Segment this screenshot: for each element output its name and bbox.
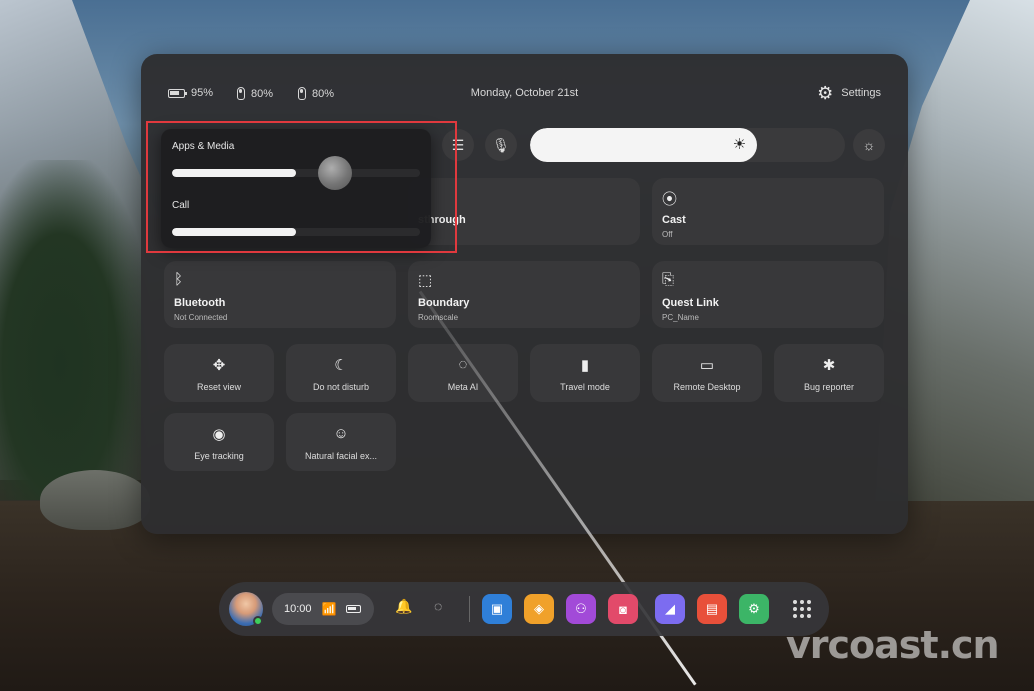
tv-app-icon[interactable]: ▤ [697, 594, 727, 624]
tile-reset-view[interactable]: ✥ Reset view [164, 344, 274, 402]
tile-bluetooth[interactable]: ᛒ Bluetooth Not Connected [164, 261, 396, 328]
tile-do-not-disturb[interactable]: ☾ Do not disturb [286, 344, 396, 402]
bug-icon: ✱ [822, 357, 836, 374]
tile-subtitle: PC_Name [662, 313, 699, 322]
settings-button[interactable]: ⚙ Settings [817, 84, 881, 102]
bell-icon[interactable]: 🔔 [395, 598, 412, 615]
tile-boundary[interactable]: ⬚ Boundary Roomscale [408, 261, 640, 328]
explore-app-icon[interactable]: ◢ [655, 594, 685, 624]
tile-label: Eye tracking [194, 451, 244, 461]
tile-label: Travel mode [560, 382, 610, 392]
tile-natural-facial-expressions[interactable]: ☺ Natural facial ex... [286, 413, 396, 471]
tile-label: Do not disturb [312, 382, 370, 392]
quick-settings-pill[interactable]: 10:00 📶 [272, 593, 374, 625]
online-status-dot [253, 616, 263, 626]
meta-ai-icon: ◌ [458, 356, 468, 373]
mute-mic-button[interactable]: 🎙 [485, 129, 517, 161]
tile-cast[interactable]: ⦿ Cast Off [652, 178, 884, 245]
tile-label: Meta AI [447, 382, 479, 392]
brightness-icon: ☼ [862, 137, 876, 153]
boundary-icon: ⬚ [418, 272, 433, 289]
moon-icon: ☾ [334, 357, 348, 374]
mic-off-icon: 🎙 [492, 136, 510, 153]
bluetooth-icon: ᛒ [174, 271, 184, 288]
quest-link-icon: ⎘ [662, 271, 675, 288]
brightness-auto-button[interactable]: ☼ [853, 129, 885, 161]
watermark: vrcoast.cn [786, 623, 1000, 667]
brightness-fill [530, 128, 757, 162]
tile-remote-desktop[interactable]: ▭ Remote Desktop [652, 344, 762, 402]
tile-title: Quest Link [662, 297, 719, 309]
dock-divider [469, 596, 470, 622]
tile-label: Natural facial ex... [304, 451, 378, 461]
store-app-icon[interactable]: ▣ [482, 594, 512, 624]
shop-app-icon[interactable]: ◈ [524, 594, 554, 624]
tile-eye-tracking[interactable]: ◉ Eye tracking [164, 413, 274, 471]
highlight-annotation-box [146, 121, 457, 253]
battery-icon [346, 605, 362, 613]
background-trees [0, 160, 150, 500]
tile-label: Bug reporter [803, 382, 855, 392]
date-label: Monday, October 21st [470, 87, 579, 99]
camera-app-icon[interactable]: ◙ [608, 594, 638, 624]
luggage-icon: ▮ [580, 357, 590, 374]
move-icon: ✥ [212, 357, 226, 374]
dock-time: 10:00 [284, 603, 312, 615]
background-rock [40, 470, 150, 530]
tile-subtitle: Off [662, 230, 673, 239]
tile-travel-mode[interactable]: ▮ Travel mode [530, 344, 640, 402]
sun-icon: ☀ [732, 136, 747, 153]
guardian-icon[interactable]: ◌ [434, 598, 442, 614]
app-library-icon[interactable] [793, 600, 811, 618]
cast-icon: ⦿ [662, 191, 678, 208]
people-app-icon[interactable]: ⚇ [566, 594, 596, 624]
tile-subtitle: Not Connected [174, 313, 228, 322]
tile-bug-reporter[interactable]: ✱ Bug reporter [774, 344, 884, 402]
tile-title: Cast [662, 214, 686, 226]
tile-quest-link[interactable]: ⎘ Quest Link PC_Name [652, 261, 884, 328]
tile-title: Bluetooth [174, 297, 226, 309]
tile-label: Reset view [196, 382, 241, 392]
gear-icon: ⚙ [817, 83, 834, 103]
tile-label: Remote Desktop [673, 382, 741, 392]
settings-app-icon[interactable]: ⚙ [739, 594, 769, 624]
universal-menu-dock: 10:00 📶 🔔 ◌ ▣ ◈ ⚇ ◙ ◢ ▤ ⚙ [219, 582, 829, 636]
settings-label: Settings [841, 87, 881, 99]
face-icon: ☺ [333, 425, 349, 442]
wifi-icon: 📶 [321, 602, 337, 616]
eye-icon: ◉ [212, 426, 226, 443]
brightness-slider[interactable]: ☀ [530, 128, 845, 162]
remote-desktop-icon: ▭ [699, 357, 715, 374]
